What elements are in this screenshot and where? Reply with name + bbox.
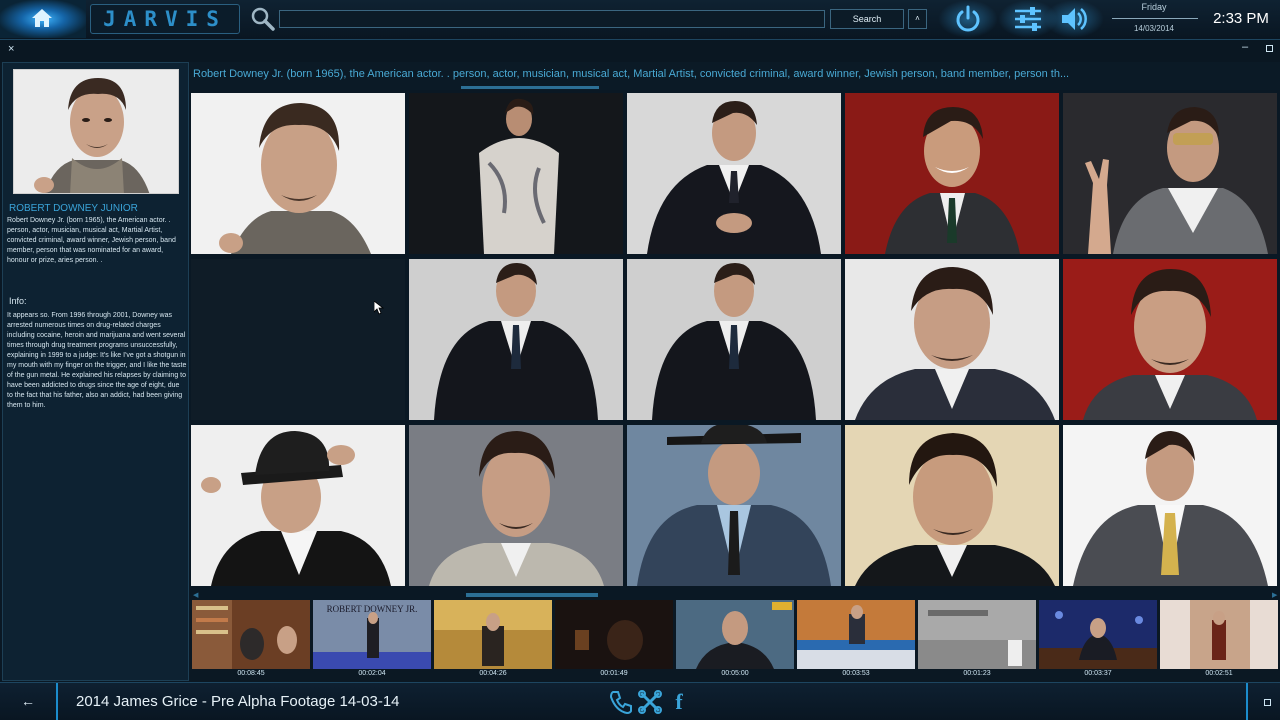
tags-scrollbar[interactable] [461,86,599,89]
search-input[interactable] [279,10,825,28]
video-preview: ROBERT DOWNEY JR. [313,600,431,669]
search-button[interactable]: Search [830,9,904,29]
image-tile-empty[interactable] [191,259,405,420]
network-button[interactable] [637,689,663,715]
back-button[interactable]: ← [0,683,58,720]
video-thumbnail[interactable]: 00:02:51 [1160,600,1278,680]
profile-photo [13,69,179,194]
tags-text: Robert Downey Jr. (born 1965), the Ameri… [193,68,1070,80]
minimize-icon[interactable]: – [1242,41,1248,53]
video-thumbnail[interactable]: ROBERT DOWNEY JR. 00:02:04 [313,600,431,680]
sliders-icon [1015,7,1041,31]
bottom-divider [1246,683,1248,720]
video-thumbnail[interactable]: 00:05:00 [676,600,794,680]
image-tile[interactable] [845,259,1059,420]
x-network-icon [638,690,662,714]
date-divider [1112,18,1198,19]
video-thumbnail[interactable]: 00:01:49 [555,600,673,680]
search-icon[interactable] [250,6,276,32]
video-preview [676,600,794,669]
home-button[interactable] [0,0,86,38]
profile-description: Robert Downey Jr. (born 1965), the Ameri… [7,217,176,264]
image-tile[interactable] [191,425,405,586]
phone-button[interactable] [608,689,634,715]
fullscreen-icon[interactable] [1264,699,1271,706]
date-label: 14/03/2014 [1133,24,1175,33]
image-tile[interactable] [1063,425,1277,586]
video-duration: 00:03:37 [1084,670,1112,677]
jarvis-app: JARVIS Search ˄ Friday 14/03/2014 2:33 P… [0,0,1280,720]
window-title-row: × – [0,40,1280,62]
close-icon[interactable]: × [8,43,14,55]
info-heading: Info: [9,296,27,306]
video-duration: 00:02:51 [1205,670,1233,677]
image-tile[interactable] [409,425,623,586]
image-tile[interactable] [1063,93,1277,254]
video-preview [555,600,673,669]
info-text: It appears so. From 1996 through 2001, D… [7,312,187,409]
video-thumbnail[interactable]: 00:01:23 [918,600,1036,680]
image-tile[interactable] [845,93,1059,254]
video-preview [1160,600,1278,669]
video-duration: 00:03:53 [842,670,870,677]
history-toggle-button[interactable]: ˄ [908,9,927,29]
video-duration: 00:04:26 [479,670,507,677]
video-duration: 00:01:23 [963,670,991,677]
image-tile[interactable] [409,259,623,420]
video-preview [192,600,310,669]
brand-logo: JARVIS [90,4,240,34]
video-duration: 00:02:04 [358,670,386,677]
video-duration: 00:08:45 [237,670,265,677]
grid-scrollbar[interactable] [466,593,598,597]
video-preview [434,600,552,669]
image-tile[interactable] [191,93,405,254]
video-duration: 00:01:49 [600,670,628,677]
top-bar: JARVIS Search ˄ Friday 14/03/2014 2:33 P… [0,0,1280,40]
video-preview [918,600,1036,669]
video-strip: 00:08:45 ROBERT DOWNEY JR. 00:02:04 00:0… [190,600,1280,682]
power-button[interactable] [938,0,998,38]
volume-button[interactable] [1044,0,1104,38]
video-thumbnail[interactable]: 00:03:37 [1039,600,1157,680]
maximize-icon[interactable] [1266,45,1273,52]
image-tile[interactable] [627,259,841,420]
mouse-cursor-icon [374,301,384,315]
day-label: Friday [1141,2,1167,12]
grid-scroll-right-icon[interactable]: ▶ [1272,591,1277,599]
profile-name: ROBERT DOWNEY JUNIOR [9,203,138,214]
clock: 2:33 PM [1213,10,1269,27]
home-icon [32,9,52,27]
video-preview [797,600,915,669]
bottom-bar: ← 2014 James Grice - Pre Alpha Footage 1… [0,682,1280,720]
image-tile[interactable] [409,93,623,254]
tags-bar: Robert Downey Jr. (born 1965), the Ameri… [190,62,1280,90]
video-thumbnail[interactable]: 00:04:26 [434,600,552,680]
video-duration: 00:05:00 [721,670,749,677]
image-tile[interactable] [627,425,841,586]
image-tile[interactable] [1063,259,1277,420]
profile-panel: ROBERT DOWNEY JUNIOR Robert Downey Jr. (… [2,62,189,681]
video-preview [1039,600,1157,669]
video-thumbnail[interactable]: 00:03:53 [797,600,915,680]
phone-icon [609,691,632,715]
image-grid [191,93,1278,587]
date-display: Friday 14/03/2014 [1104,0,1204,38]
facebook-icon[interactable]: f [666,689,692,715]
video-thumbnail[interactable]: 00:08:45 [192,600,310,680]
volume-icon [1062,8,1087,30]
footer-title: 2014 James Grice - Pre Alpha Footage 14-… [76,693,400,710]
image-tile[interactable] [845,425,1059,586]
grid-scroll-left-icon[interactable]: ◀ [193,591,198,599]
power-icon [956,5,980,32]
image-tile[interactable] [627,93,841,254]
